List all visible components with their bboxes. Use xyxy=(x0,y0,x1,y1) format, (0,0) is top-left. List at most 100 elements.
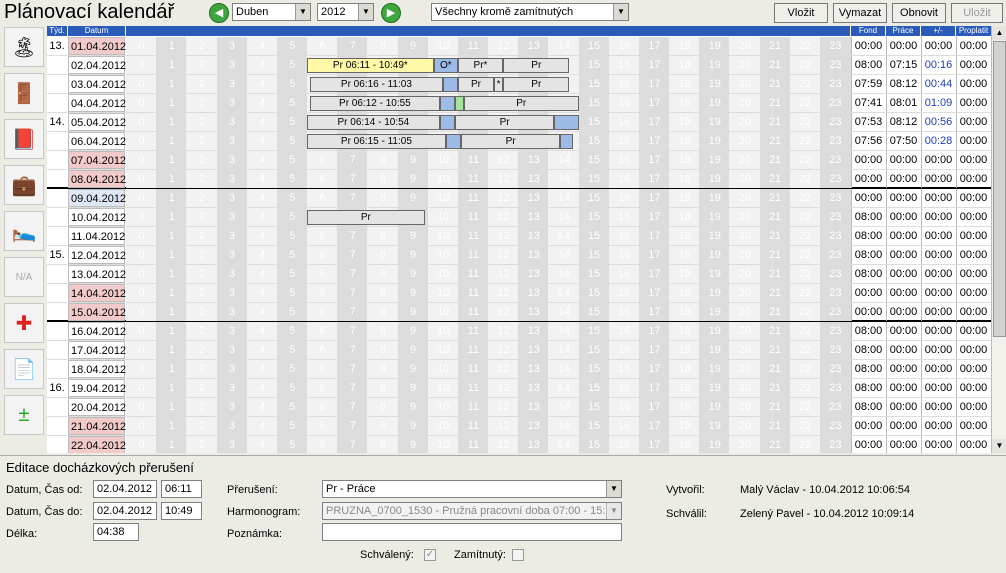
hour-cell[interactable]: 17 xyxy=(638,265,670,283)
date-cell[interactable]: 18.04.2012 xyxy=(68,360,126,378)
hour-cell[interactable]: 16 xyxy=(608,246,640,264)
date-cell[interactable]: 03.04.2012 xyxy=(68,75,126,93)
hour-cell[interactable]: 19 xyxy=(699,436,731,453)
hour-cell[interactable]: 23 xyxy=(819,170,851,188)
hour-cell[interactable]: 8 xyxy=(367,284,399,302)
hour-cell[interactable]: 20 xyxy=(729,170,761,188)
month-select[interactable]: Duben ▼ xyxy=(232,3,311,21)
hour-cell[interactable]: 13 xyxy=(518,189,550,207)
hour-cell[interactable]: 16 xyxy=(608,151,640,169)
hour-cell[interactable]: 1 xyxy=(156,284,188,302)
hour-cell[interactable]: 20 xyxy=(729,246,761,264)
hour-cell[interactable]: 13 xyxy=(518,265,550,283)
hour-cell[interactable]: 18 xyxy=(669,417,701,435)
hour-cell[interactable]: 22 xyxy=(789,189,821,207)
hour-cell[interactable]: 9 xyxy=(397,303,429,321)
hour-cell[interactable]: 0 xyxy=(126,132,157,150)
hour-cell[interactable]: 11 xyxy=(457,37,489,55)
hour-cell[interactable]: 9 xyxy=(397,360,429,378)
hour-cell[interactable]: 5 xyxy=(276,94,308,112)
interval-bar[interactable]: Pr xyxy=(457,77,495,92)
hour-cell[interactable]: 1 xyxy=(156,246,188,264)
hour-cell[interactable]: 14 xyxy=(548,360,580,378)
hour-cell[interactable]: 8 xyxy=(367,379,399,397)
hour-cell[interactable]: 21 xyxy=(759,284,791,302)
hour-cell[interactable]: 20 xyxy=(729,132,761,150)
hour-cell[interactable]: 15 xyxy=(578,37,610,55)
hour-cell[interactable]: 11 xyxy=(457,417,489,435)
hour-cell[interactable]: 5 xyxy=(276,189,308,207)
hour-cell[interactable]: 3 xyxy=(216,417,248,435)
add-button[interactable]: Vložit xyxy=(774,3,828,23)
hour-cell[interactable]: 20 xyxy=(729,360,761,378)
hour-cell[interactable]: 12 xyxy=(488,170,520,188)
hour-cell[interactable]: 15 xyxy=(578,303,610,321)
table-row[interactable]: 14.04.2012 0 1 2 3 4 5 6 7 8 9 10 11 12 13 14 15 16 17 18 19… xyxy=(47,284,991,303)
hour-cell[interactable]: 16 xyxy=(608,341,640,359)
hour-cell[interactable]: 2 xyxy=(186,398,218,416)
hour-cell[interactable]: 10 xyxy=(427,246,459,264)
hour-cell[interactable]: 14 xyxy=(548,227,580,245)
hour-cell[interactable]: 21 xyxy=(759,265,791,283)
table-row[interactable]: 16. 19.04.2012 0 1 2 3 4 5 6 7 8 9 10 11 12 13 14 15 16 17 1… xyxy=(47,379,991,398)
hour-cell[interactable]: 1 xyxy=(156,189,188,207)
hour-cell[interactable]: 4 xyxy=(246,170,278,188)
hour-cell[interactable]: 17 xyxy=(638,75,670,93)
hour-cell[interactable]: 11 xyxy=(457,170,489,188)
hour-cell[interactable]: 5 xyxy=(276,360,308,378)
hour-cell[interactable]: 3 xyxy=(216,94,248,112)
hour-cell[interactable]: 6 xyxy=(307,379,339,397)
hour-cell[interactable]: 2 xyxy=(186,75,218,93)
next-month-button[interactable]: ▶ xyxy=(381,3,401,23)
hour-cell[interactable]: 16 xyxy=(608,208,640,226)
hour-cell[interactable]: 3 xyxy=(216,341,248,359)
hour-cell[interactable]: 21 xyxy=(759,37,791,55)
hour-cell[interactable]: 19 xyxy=(699,113,731,131)
interval-bar[interactable]: Pr xyxy=(460,134,561,149)
interval-bar[interactable] xyxy=(445,134,461,149)
hour-cell[interactable]: 14 xyxy=(548,303,580,321)
hour-cell[interactable]: 23 xyxy=(819,398,851,416)
hour-cell[interactable]: 19 xyxy=(699,379,731,397)
hour-cell[interactable]: 6 xyxy=(307,417,339,435)
hour-cell[interactable]: 7 xyxy=(337,170,369,188)
hour-cell[interactable]: 17 xyxy=(638,284,670,302)
hour-cell[interactable]: 6 xyxy=(307,265,339,283)
hour-cell[interactable]: 5 xyxy=(276,113,308,131)
hour-cell[interactable]: 12 xyxy=(488,303,520,321)
hour-cell[interactable]: 13 xyxy=(518,303,550,321)
hour-cell[interactable]: 1 xyxy=(156,151,188,169)
hour-cell[interactable]: 3 xyxy=(216,75,248,93)
save-button[interactable]: Uložit xyxy=(951,3,1003,23)
hour-cell[interactable]: 15 xyxy=(578,360,610,378)
hour-cell[interactable]: 5 xyxy=(276,151,308,169)
hour-cell[interactable]: 14 xyxy=(548,265,580,283)
hour-cell[interactable]: 14 xyxy=(548,341,580,359)
harmonogram-select[interactable]: PRUZNA_0700_1530 - Pružná pracovní doba … xyxy=(322,502,622,520)
hour-cell[interactable]: 8 xyxy=(367,360,399,378)
hour-cell[interactable]: 21 xyxy=(759,379,791,397)
hour-cell[interactable]: 7 xyxy=(337,303,369,321)
interval-bar[interactable] xyxy=(442,77,458,92)
hour-cell[interactable]: 8 xyxy=(367,170,399,188)
hour-cell[interactable]: 1 xyxy=(156,341,188,359)
hour-cell[interactable]: 10 xyxy=(427,151,459,169)
hour-cell[interactable]: 2 xyxy=(186,322,218,340)
rejected-checkbox[interactable] xyxy=(512,549,524,561)
hour-cell[interactable]: 3 xyxy=(216,56,248,74)
hour-cell[interactable]: 13 xyxy=(518,322,550,340)
hour-cell[interactable]: 21 xyxy=(759,170,791,188)
hour-cell[interactable]: 15 xyxy=(578,113,610,131)
hour-cell[interactable]: 12 xyxy=(488,227,520,245)
hour-cell[interactable]: 16 xyxy=(608,94,640,112)
hour-cell[interactable]: 16 xyxy=(608,303,640,321)
hour-cell[interactable]: 17 xyxy=(638,417,670,435)
hour-cell[interactable]: 4 xyxy=(246,322,278,340)
hour-cell[interactable]: 18 xyxy=(669,208,701,226)
hour-cell[interactable]: 23 xyxy=(819,303,851,321)
hour-cell[interactable]: 22 xyxy=(789,56,821,74)
hour-cell[interactable]: 4 xyxy=(246,398,278,416)
interval-bar[interactable]: Pr 06:14 - 10:54 xyxy=(307,115,440,130)
hour-cell[interactable]: 18 xyxy=(669,189,701,207)
hour-cell[interactable]: 22 xyxy=(789,360,821,378)
